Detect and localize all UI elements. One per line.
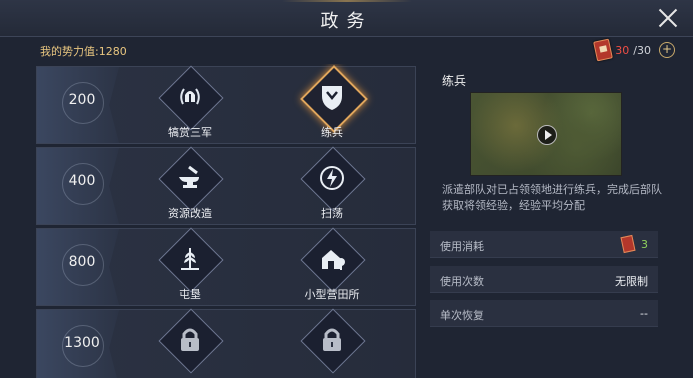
anvil-icon	[175, 161, 205, 195]
task-row: 800 屯垦 小型营田所	[36, 227, 416, 306]
uses-row-value: 无限制	[615, 275, 648, 288]
task-row: 200 犒赏三军 练兵	[36, 65, 416, 144]
title-ornament	[282, 0, 412, 2]
task-locked-1[interactable]	[135, 308, 245, 378]
task-detail-panel: 练兵 派遣部队对已占领领地进行练兵，完成后部队获取将领经验，经验平均分配 使用消…	[428, 64, 664, 378]
cost-row-label: 使用消耗	[440, 240, 484, 253]
task-sweep[interactable]: 扫荡	[277, 146, 387, 224]
task-label: 资源改造	[168, 207, 212, 220]
cost-row: 使用消耗 3	[430, 231, 658, 258]
play-icon[interactable]	[537, 125, 557, 145]
helmet-laurel-icon	[175, 80, 205, 114]
detail-title: 练兵	[442, 74, 467, 88]
task-resource-reform[interactable]: 资源改造	[135, 146, 245, 224]
task-label: 扫荡	[321, 207, 343, 220]
lock-icon	[317, 323, 347, 357]
plus-icon[interactable]: +	[659, 42, 675, 58]
uses-row: 使用次数 无限制	[430, 266, 658, 293]
task-cost: 200	[68, 92, 96, 108]
task-label: 小型营田所	[304, 288, 360, 301]
task-reward-army[interactable]: 犒赏三军	[135, 65, 245, 143]
power-value: 我的势力值:1280	[40, 43, 127, 59]
power-label: 我的势力值:	[40, 45, 99, 58]
power-number: 1280	[98, 45, 127, 58]
order-token-icon	[620, 234, 636, 254]
stamina-current: 30	[615, 43, 630, 57]
recovery-row-label: 单次恢复	[440, 309, 484, 322]
window-title: 政务	[320, 11, 373, 32]
title-bar: 政务	[0, 0, 693, 37]
wheat-icon	[175, 242, 205, 276]
task-farming[interactable]: 屯垦	[135, 227, 245, 305]
close-icon[interactable]	[655, 5, 681, 31]
task-label: 练兵	[321, 126, 343, 139]
house-icon	[317, 242, 347, 276]
task-training[interactable]: 练兵	[277, 65, 387, 143]
preview-video[interactable]	[470, 92, 622, 176]
task-row: 1300	[36, 308, 416, 378]
task-locked-2[interactable]	[277, 308, 387, 378]
task-list[interactable]: 200 犒赏三军 练兵 400 资源改造 扫荡 800 屯垦 小型营田所 130…	[36, 64, 416, 378]
recovery-row: 单次恢复 --	[430, 300, 658, 327]
task-row: 400 资源改造 扫荡	[36, 146, 416, 225]
detail-description: 派遣部队对已占领领地进行练兵，完成后部队获取将领经验，经验平均分配	[442, 183, 662, 212]
task-label: 犒赏三军	[168, 126, 212, 139]
task-cost: 800	[68, 254, 96, 270]
task-cost: 400	[68, 173, 96, 189]
task-label: 屯垦	[179, 288, 201, 301]
cost-row-value: 3	[641, 238, 648, 251]
stamina-max: /30	[633, 43, 651, 57]
shield-icon	[317, 80, 347, 114]
task-cost: 1300	[64, 335, 100, 351]
recovery-row-value: --	[640, 307, 648, 320]
uses-row-label: 使用次数	[440, 275, 484, 288]
lightning-icon	[317, 161, 347, 195]
task-small-farm[interactable]: 小型营田所	[277, 227, 387, 305]
lock-icon	[175, 323, 205, 357]
order-token-icon	[593, 38, 614, 62]
stamina-counter: 30 /30 +	[593, 38, 675, 62]
